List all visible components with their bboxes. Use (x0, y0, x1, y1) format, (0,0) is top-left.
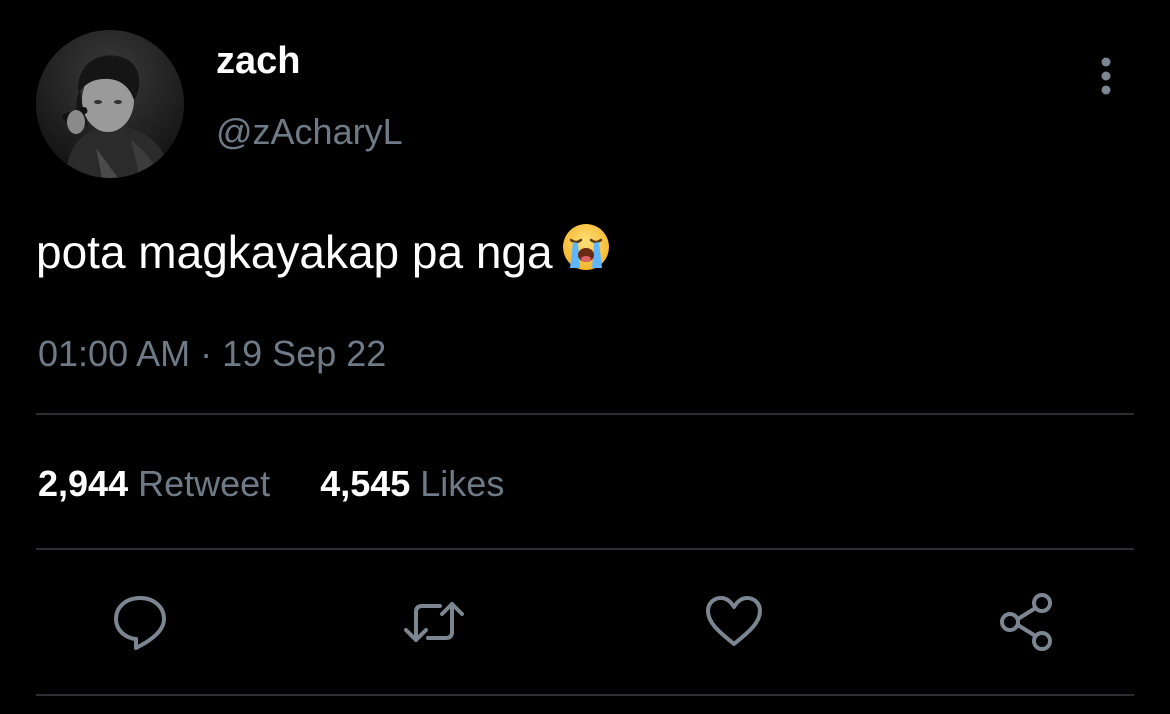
retweet-button[interactable] (402, 590, 466, 654)
tweet-stats: 2,944 Retweet 4,545 Likes (38, 462, 504, 506)
more-options-button[interactable] (1088, 54, 1124, 98)
share-button[interactable] (996, 590, 1060, 654)
retweets-label: Retweet (138, 463, 271, 504)
retweets-count: 2,944 (38, 463, 129, 504)
tweet-card: zach @zAcharyL pota magkayakap pa nga 01… (0, 0, 1170, 714)
heart-icon (706, 596, 762, 646)
divider-top (36, 413, 1134, 415)
avatar[interactable] (36, 30, 184, 178)
loudly-crying-face-icon (561, 222, 611, 285)
author-handle[interactable]: @zAcharyL (216, 110, 403, 154)
likes-count: 4,545 (320, 463, 411, 504)
retweets-stat[interactable]: 2,944 Retweet (38, 462, 270, 506)
author-display-name[interactable]: zach (216, 38, 300, 84)
tweet-text: pota magkayakap pa nga (36, 222, 611, 285)
retweet-icon (404, 602, 464, 642)
divider-bottom (36, 694, 1134, 696)
like-button[interactable] (702, 590, 766, 654)
meta-separator: · (200, 333, 213, 374)
divider-middle (36, 548, 1134, 550)
more-vertical-icon (1101, 57, 1111, 95)
avatar-photo (36, 30, 184, 178)
reply-icon (114, 596, 166, 650)
tweet-text-body: pota magkayakap pa nga (36, 226, 553, 278)
share-icon (1000, 593, 1052, 651)
likes-stat[interactable]: 4,545 Likes (320, 462, 504, 506)
tweet-time: 01:00 AM (38, 333, 191, 374)
tweet-date: 19 Sep 22 (222, 333, 387, 374)
reply-button[interactable] (108, 590, 172, 654)
likes-label: Likes (420, 463, 505, 504)
tweet-timestamp[interactable]: 01:00 AM · 19 Sep 22 (38, 332, 386, 376)
